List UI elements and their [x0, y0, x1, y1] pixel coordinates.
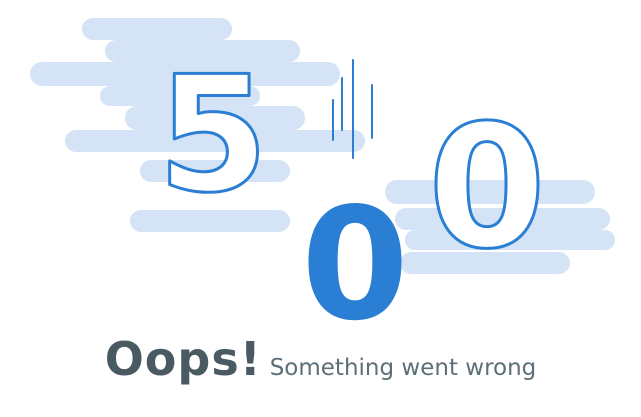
error-digit-0-center: 0: [301, 174, 409, 355]
error-digit-0-right: 0: [428, 89, 546, 287]
error-digit-5: 5: [157, 41, 268, 228]
headline: Oops!: [104, 332, 262, 386]
subtitle: Something went wrong: [269, 355, 537, 381]
error-message: Oops! Something went wrong: [0, 332, 641, 386]
